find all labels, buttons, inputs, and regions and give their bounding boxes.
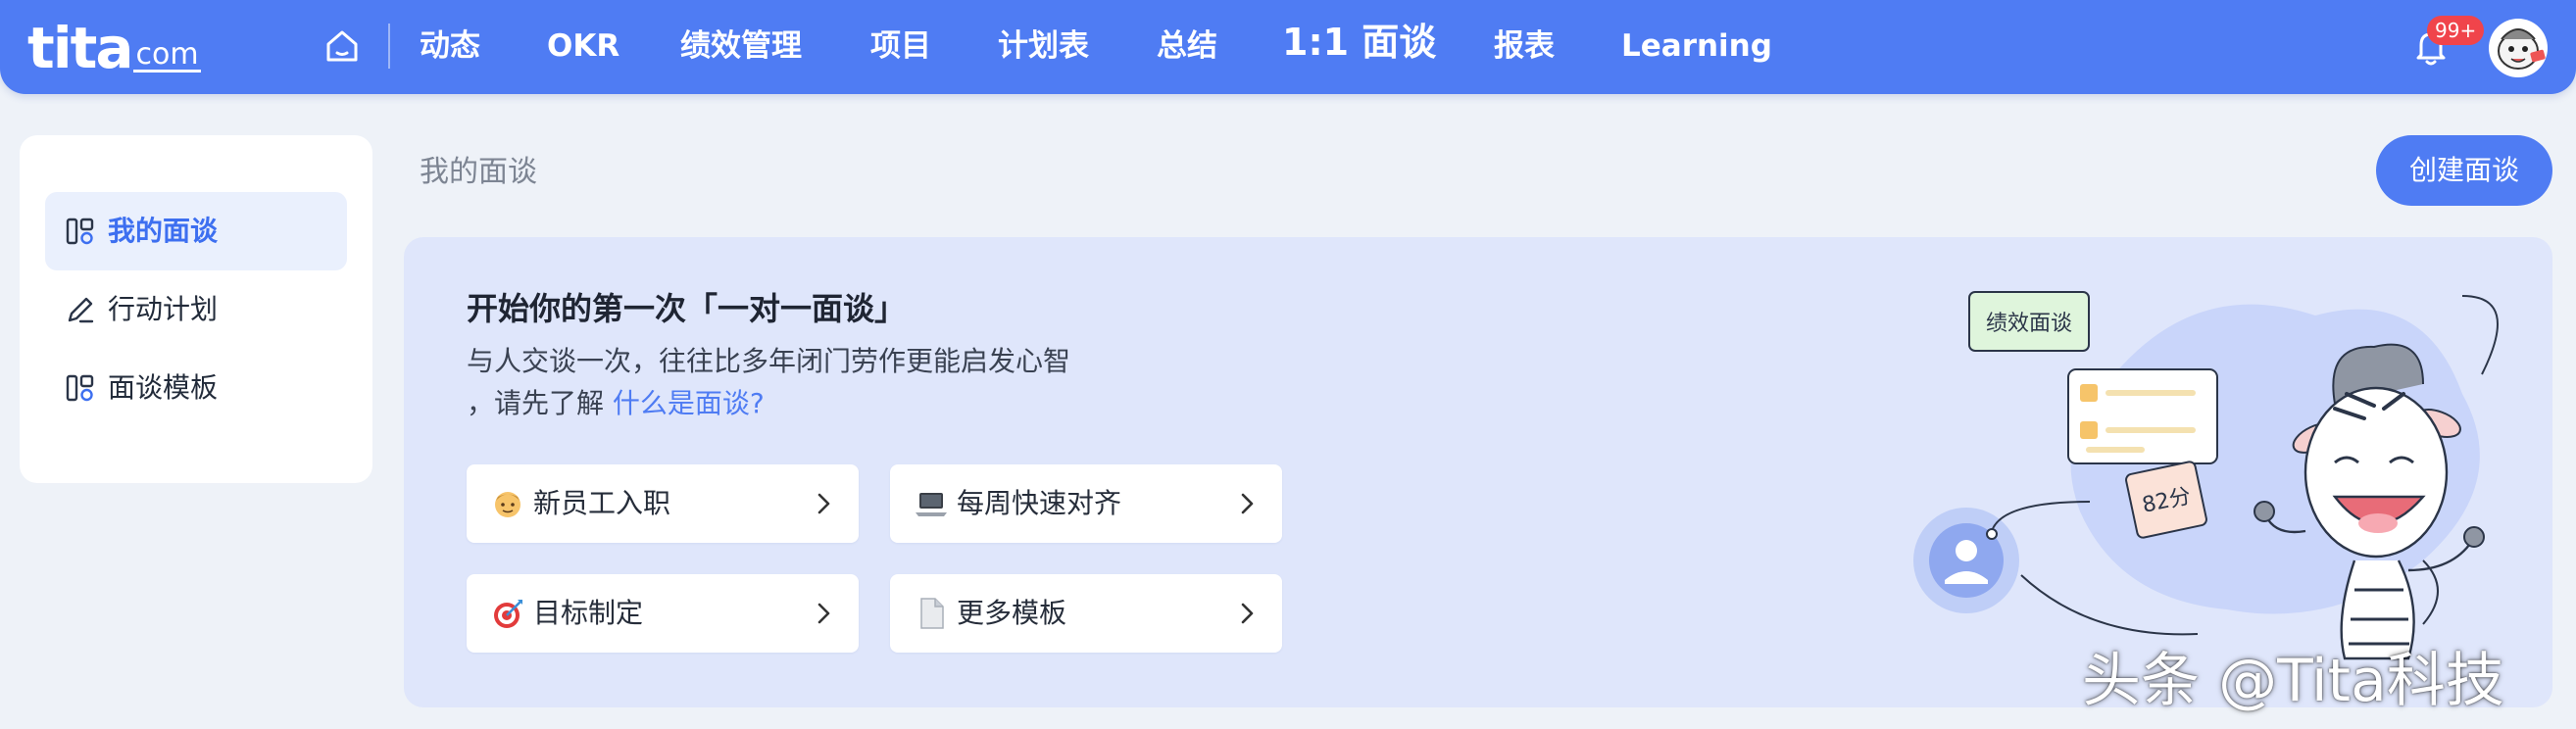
template-card-weekly-sync[interactable]: 每周快速对齐 [890,464,1282,543]
performance-tag-text: 绩效面谈 [1986,312,2072,336]
score-card: 82分 [2125,461,2207,539]
template-card-label: 目标制定 [533,597,644,629]
nav-item-projects[interactable]: 项目 [870,22,931,71]
template-icon [66,374,94,402]
laptop-emoji-icon [916,493,947,516]
template-card-goal-setting[interactable]: 目标制定 [467,574,859,653]
person-emoji-icon [495,492,520,517]
template-card-new-employee[interactable]: 新员工入职 [467,464,859,543]
nav-item-planner[interactable]: 计划表 [998,22,1089,71]
home-icon[interactable] [323,27,361,65]
template-card-label: 更多模板 [957,597,1067,629]
banner-title: 开始你的第一次「一对一面谈」 [467,290,907,327]
nav-item-reports[interactable]: 报表 [1494,22,1555,71]
banner-description-line2: ，请先了解 什么是面谈? [467,382,765,421]
pencil-icon [68,297,94,323]
person-bubble [1913,501,2091,613]
nav-divider [388,24,390,69]
sidebar-item-action-plan[interactable]: 行动计划 [45,270,347,349]
page-title: 我的面谈 [420,155,537,189]
chevron-right-icon [817,493,830,514]
template-card-more-templates[interactable]: 更多模板 [890,574,1282,653]
sidebar-item-my-meetings[interactable]: 我的面谈 [45,192,347,270]
target-emoji-icon [494,600,522,628]
tita-logo[interactable]: tita com [27,10,201,78]
meeting-icon [66,218,94,245]
sidebar-item-label: 行动计划 [108,293,219,325]
nav-item-one-on-one[interactable]: 1:1 面谈 [1282,18,1436,67]
top-navigation-bar: tita com 动态 OKR 绩效管理 项目 计划表 总结 1:1 面谈 报表 … [0,0,2576,94]
banner-description: 与人交谈一次，往往比多年闭门劳作更能启发心智 [467,345,1071,377]
chevron-right-icon [817,603,830,624]
nav-item-learning[interactable]: Learning [1621,22,1772,71]
logo-domain: com [133,37,201,73]
sidebar-item-templates[interactable]: 面谈模板 [45,349,347,427]
user-avatar[interactable] [2488,18,2549,78]
nav-item-summary[interactable]: 总结 [1157,22,1217,71]
nav-item-performance[interactable]: 绩效管理 [680,22,802,71]
performance-tag: 绩效面谈 [1968,291,2090,352]
nav-item-dynamics[interactable]: 动态 [420,22,480,71]
chevron-right-icon [1241,603,1254,624]
template-card-label: 每周快速对齐 [957,487,1122,519]
what-is-meeting-link[interactable]: 什么是面谈? [613,387,765,419]
sidebar: 我的面谈 行动计划 面谈模板 [20,135,372,483]
checklist-card [2067,368,2218,464]
watermark-text: 头条 @Tita科技 [2082,647,2504,715]
document-emoji-icon [920,598,944,629]
create-meeting-button[interactable]: 创建面谈 [2376,135,2552,206]
banner-description-prefix: ，请先了解 [467,387,605,419]
notification-badge: 99+ [2427,16,2485,45]
sidebar-item-label: 我的面谈 [108,215,219,247]
template-card-label: 新员工入职 [533,487,671,519]
chevron-right-icon [1241,493,1254,514]
sidebar-item-label: 面谈模板 [108,371,219,404]
nav-item-okr[interactable]: OKR [547,22,619,71]
logo-text: tita [27,15,133,81]
